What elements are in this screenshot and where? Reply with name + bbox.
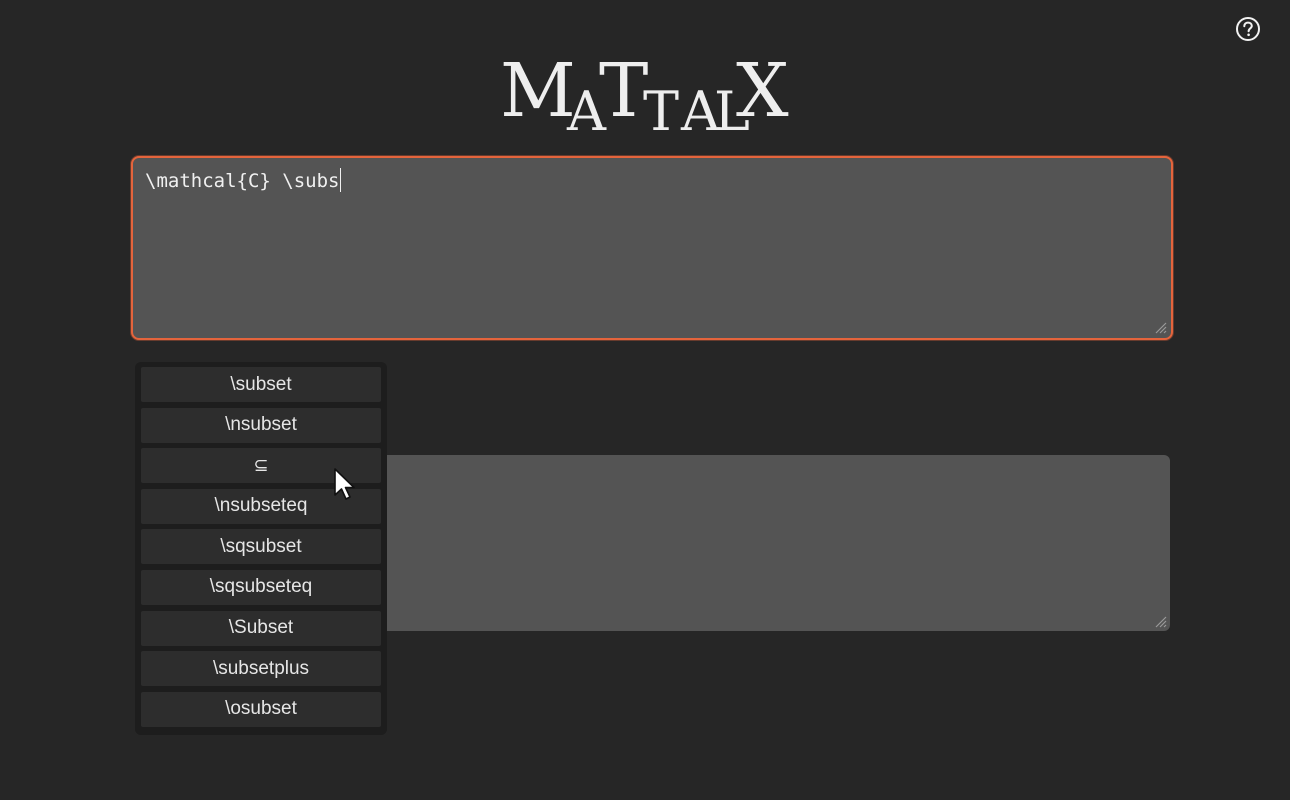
autocomplete-item-osubset[interactable]: \osubset [141, 691, 381, 727]
latex-input-text: \mathcal{C} \subs [145, 168, 342, 192]
page: M A T T A L X \mathcal{C} \subs \subset … [0, 0, 1290, 800]
latex-input-value: \mathcal{C} \subs [145, 170, 340, 192]
autocomplete-item-sqsubset[interactable]: \sqsubset [141, 529, 381, 565]
svg-text:T: T [599, 50, 648, 134]
svg-text:M: M [500, 50, 576, 134]
autocomplete-item-subseteq[interactable]: ⊆ [141, 448, 381, 484]
autocomplete-item-subset[interactable]: \subset [141, 367, 381, 402]
svg-text:X: X [736, 50, 789, 134]
svg-text:T: T [643, 80, 679, 135]
help-button[interactable] [1235, 16, 1261, 42]
output-area[interactable] [382, 455, 1170, 631]
autocomplete-item-Subset[interactable]: \Subset [141, 610, 381, 646]
autocomplete-item-nsubseteq[interactable]: \nsubseteq [141, 488, 381, 524]
autocomplete-dropdown: \subset \nsubset ⊆ \nsubseteq \sqsubset … [135, 362, 387, 735]
text-caret [340, 168, 342, 192]
resize-grip-icon[interactable] [1153, 320, 1167, 334]
resize-grip-icon[interactable] [1153, 614, 1167, 628]
autocomplete-item-nsubset[interactable]: \nsubset [141, 407, 381, 443]
help-circle-icon [1236, 17, 1260, 41]
app-logo: M A T T A L X [500, 48, 790, 143]
autocomplete-item-sqsubseteq[interactable]: \sqsubseteq [141, 569, 381, 605]
latex-input[interactable]: \mathcal{C} \subs [131, 156, 1173, 340]
autocomplete-item-subsetplus[interactable]: \subsetplus [141, 651, 381, 687]
